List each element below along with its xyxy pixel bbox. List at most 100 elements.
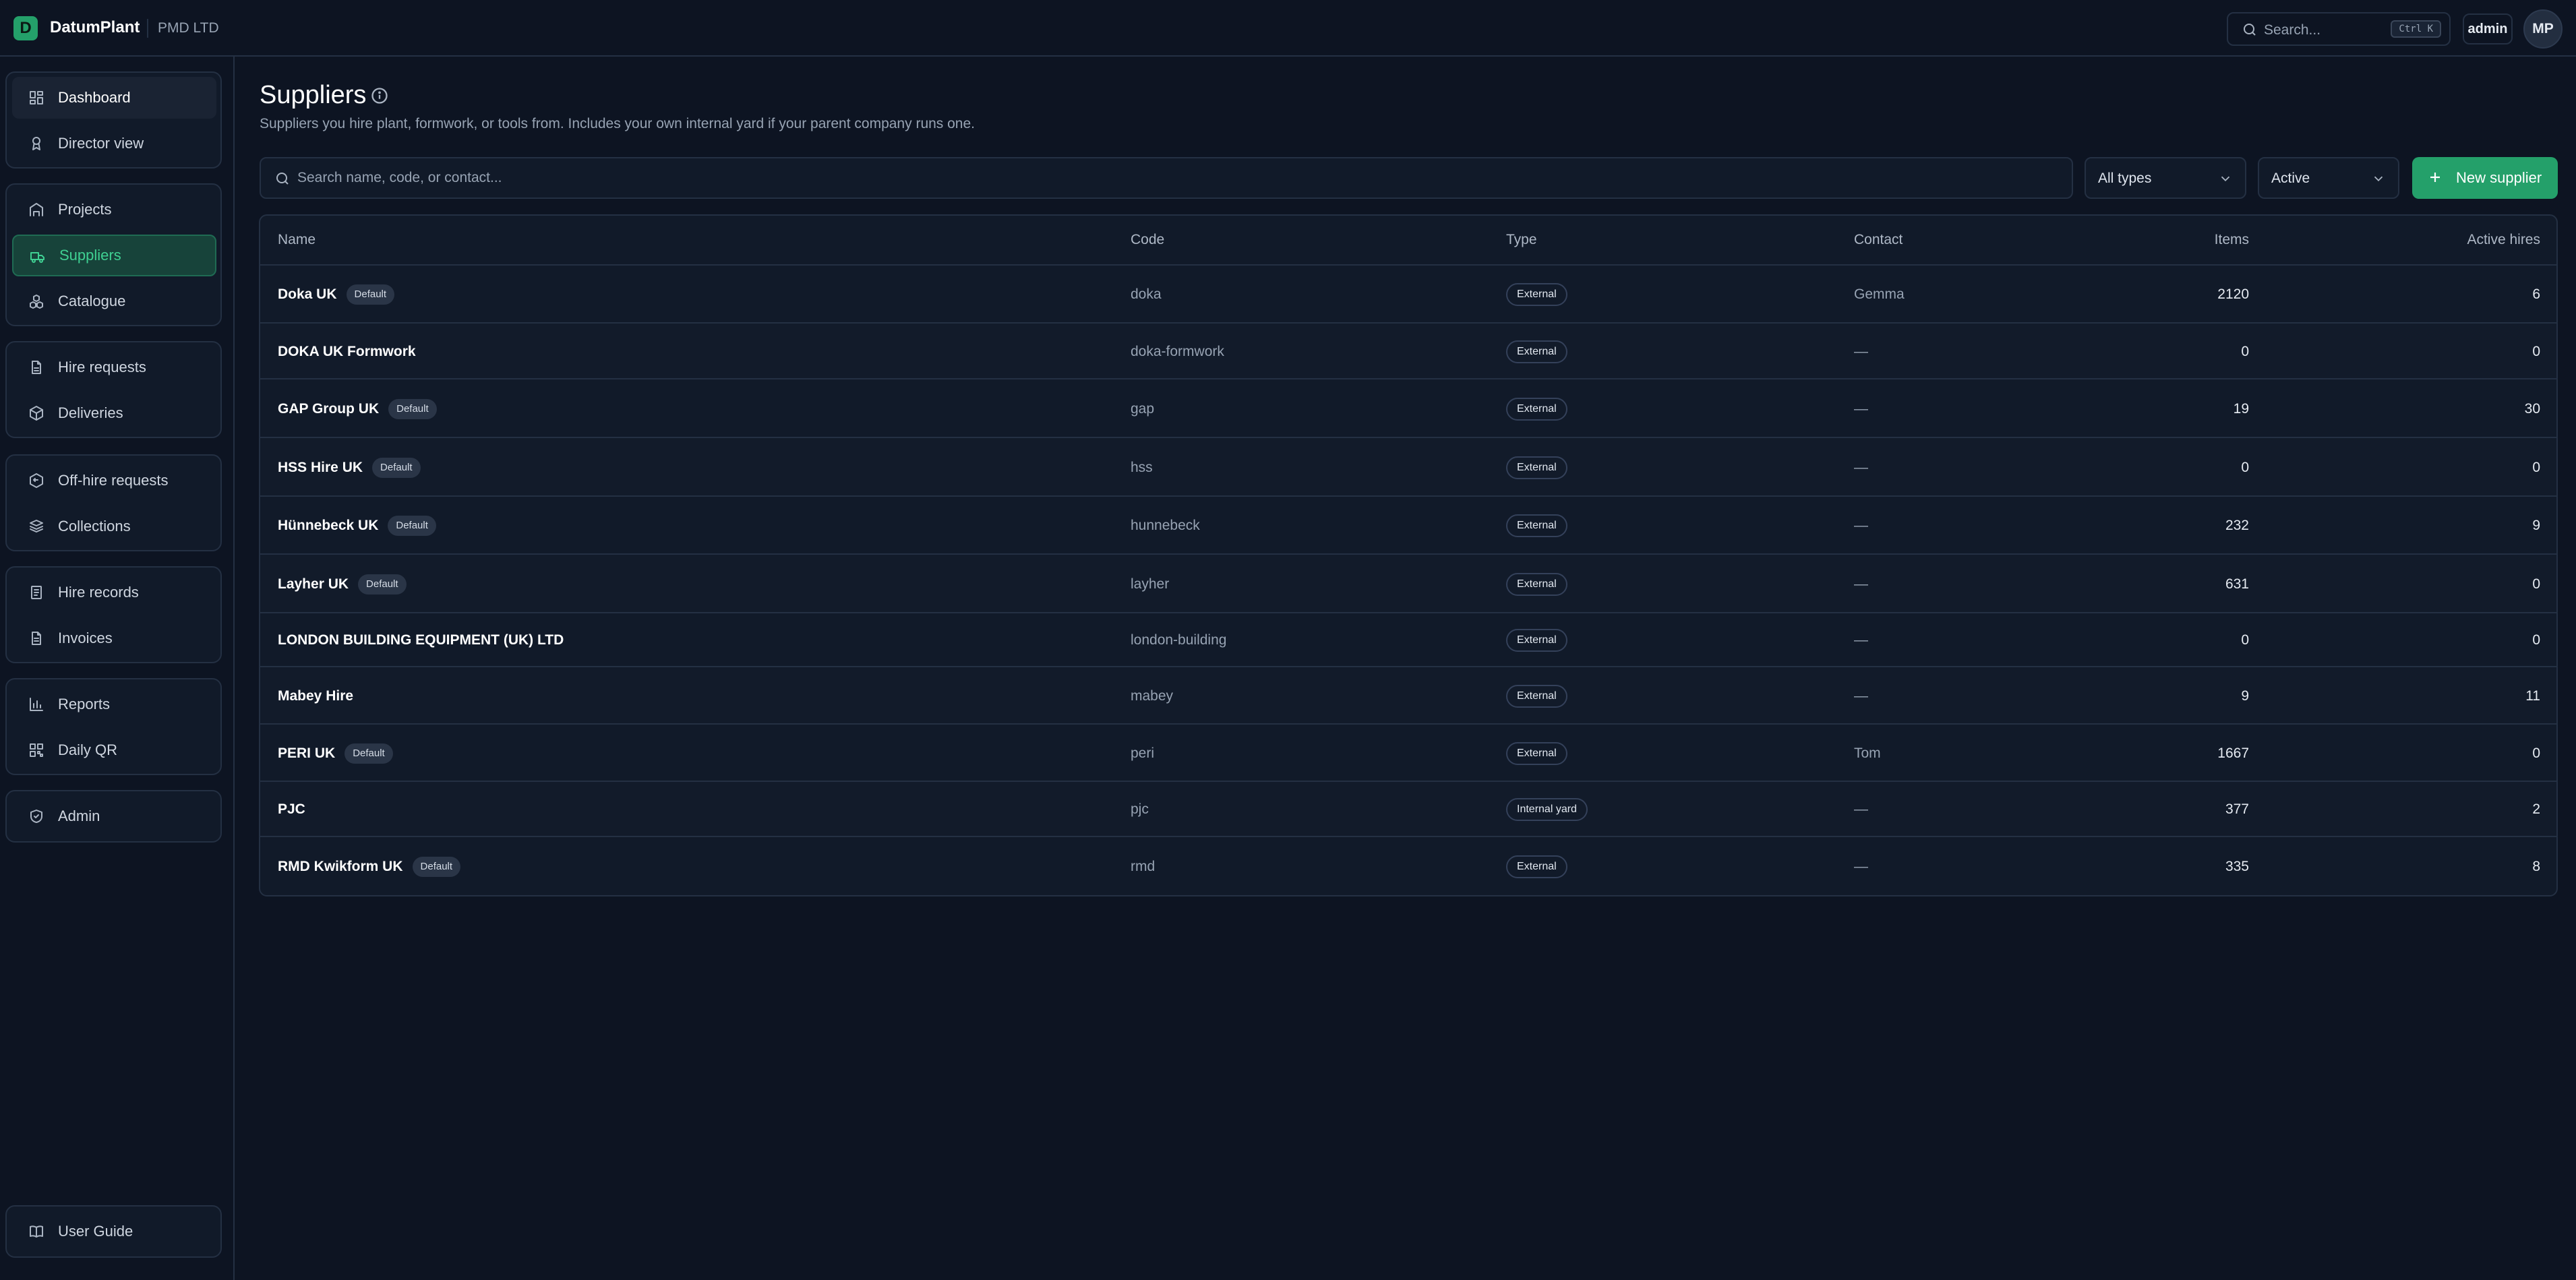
supplier-name-cell[interactable]: DOKA UK Formwork (278, 341, 416, 363)
supplier-items-count: 0 (2241, 344, 2249, 359)
table-row[interactable]: GAP Group UK Default gap External — 19 3… (260, 379, 2556, 438)
supplier-name[interactable]: GAP Group UK (278, 401, 379, 417)
supplier-code: doka (1131, 286, 1162, 302)
package-stack-icon (28, 518, 44, 535)
supplier-name[interactable]: LONDON BUILDING EQUIPMENT (UK) LTD (278, 632, 564, 648)
role-badge[interactable]: admin (2463, 13, 2513, 44)
supplier-name-cell[interactable]: GAP Group UK Default (278, 398, 437, 420)
supplier-contact: Tom (1854, 745, 1881, 761)
page-title: Suppliers (260, 81, 367, 109)
supplier-items-count: 9 (2241, 688, 2249, 704)
table-row[interactable]: PJC pjc Internal yard — 377 2 (260, 782, 2556, 837)
info-icon[interactable] (370, 86, 389, 105)
sidebar-item-dashboard[interactable]: Dashboard (12, 77, 216, 119)
supplier-search[interactable] (260, 157, 2073, 199)
supplier-type-cell: External (1506, 340, 1567, 363)
supplier-name-cell[interactable]: Mabey Hire (278, 685, 353, 707)
supplier-type-cell: External (1506, 398, 1567, 421)
supplier-code: rmd (1131, 859, 1156, 874)
truck-icon (30, 249, 46, 265)
package-return-icon (28, 473, 44, 489)
supplier-name-cell[interactable]: PERI UK Default (278, 743, 393, 764)
table-row[interactable]: LONDON BUILDING EQUIPMENT (UK) LTD londo… (260, 613, 2556, 667)
table-row[interactable]: DOKA UK Formwork doka-formwork External … (260, 324, 2556, 379)
sidebar-item-label: Hire records (58, 584, 139, 601)
supplier-type-cell: External (1506, 514, 1567, 537)
sidebar-item-daily-qr[interactable]: Daily QR (12, 729, 216, 771)
column-header-code[interactable]: Code (1131, 232, 1164, 248)
sidebar-item-suppliers[interactable]: Suppliers (12, 235, 216, 276)
supplier-name[interactable]: PJC (278, 801, 305, 818)
column-header-type[interactable]: Type (1506, 232, 1537, 248)
supplier-code: hss (1131, 460, 1153, 475)
sidebar-item-reports[interactable]: Reports (12, 683, 216, 725)
suppliers-table: Name Code Type Contact Items Active hire… (259, 214, 2558, 896)
supplier-name-cell[interactable]: RMD Kwikform UK Default (278, 856, 461, 878)
supplier-name[interactable]: RMD Kwikform UK (278, 859, 403, 875)
supplier-active-hires: 2 (2532, 801, 2540, 817)
organization-name: PMD LTD (158, 20, 219, 36)
supplier-name-cell[interactable]: LONDON BUILDING EQUIPMENT (UK) LTD (278, 630, 564, 651)
global-search[interactable]: Search... Ctrl K (2227, 12, 2451, 46)
supplier-items-count: 631 (2225, 576, 2249, 592)
table-row[interactable]: HSS Hire UK Default hss External — 0 0 (260, 438, 2556, 497)
supplier-name-cell[interactable]: Hünnebeck UK Default (278, 515, 436, 537)
supplier-code: peri (1131, 745, 1155, 761)
type-badge: Internal yard (1506, 798, 1588, 821)
supplier-name-cell[interactable]: Doka UK Default (278, 284, 395, 305)
supplier-name-cell[interactable]: HSS Hire UK Default (278, 457, 421, 479)
supplier-name-cell[interactable]: PJC (278, 799, 305, 820)
column-header-items[interactable]: Items (2215, 232, 2249, 248)
type-filter-value: All types (2098, 171, 2152, 186)
supplier-search-input[interactable] (297, 158, 2050, 197)
avatar[interactable]: MP (2523, 9, 2563, 49)
supplier-name[interactable]: HSS Hire UK (278, 460, 363, 476)
table-header: Name Code Type Contact Items Active hire… (260, 216, 2556, 266)
sidebar-item-invoices[interactable]: Invoices (12, 617, 216, 659)
supplier-code: layher (1131, 576, 1170, 592)
supplier-name[interactable]: DOKA UK Formwork (278, 344, 416, 360)
type-badge: External (1506, 685, 1567, 708)
sidebar-item-director-view[interactable]: Director view (12, 123, 216, 164)
status-filter-select[interactable]: Active (2258, 157, 2399, 199)
type-filter-select[interactable]: All types (2085, 157, 2246, 199)
qr-icon (28, 742, 44, 758)
column-header-active-hires[interactable]: Active hires (2467, 232, 2540, 248)
sidebar-item-hire-records[interactable]: Hire records (12, 572, 216, 613)
sidebar-item-catalogue[interactable]: Catalogue (12, 280, 216, 322)
supplier-type-cell: External (1506, 685, 1567, 708)
table-row[interactable]: Doka UK Default doka External Gemma 2120… (260, 266, 2556, 324)
supplier-items-count: 335 (2225, 859, 2249, 874)
sidebar-item-admin[interactable]: Admin (12, 795, 216, 837)
sidebar-item-collections[interactable]: Collections (12, 506, 216, 547)
brand-logo[interactable]: D (13, 16, 38, 40)
table-row[interactable]: Layher UK Default layher External — 631 … (260, 555, 2556, 613)
supplier-name[interactable]: Layher UK (278, 576, 349, 592)
supplier-name[interactable]: Mabey Hire (278, 688, 353, 704)
supplier-name-cell[interactable]: Layher UK Default (278, 574, 407, 595)
table-row[interactable]: PERI UK Default peri External Tom 1667 0 (260, 725, 2556, 782)
supplier-contact: — (1854, 518, 1868, 533)
supplier-name[interactable]: Doka UK (278, 286, 337, 303)
new-supplier-button[interactable]: New supplier (2412, 157, 2558, 199)
supplier-active-hires: 0 (2532, 576, 2540, 592)
sidebar-item-deliveries[interactable]: Deliveries (12, 392, 216, 434)
sidebar-item-label: Reports (58, 696, 111, 712)
supplier-name[interactable]: PERI UK (278, 745, 335, 762)
sidebar-item-hire-requests[interactable]: Hire requests (12, 346, 216, 388)
supplier-items-count: 232 (2225, 518, 2249, 533)
column-header-contact[interactable]: Contact (1854, 232, 1903, 248)
table-row[interactable]: Mabey Hire mabey External — 9 11 (260, 667, 2556, 725)
supplier-contact: — (1854, 859, 1868, 874)
sidebar-item-off-hire-requests[interactable]: Off-hire requests (12, 460, 216, 501)
supplier-name[interactable]: Hünnebeck UK (278, 518, 378, 534)
table-row[interactable]: RMD Kwikform UK Default rmd External — 3… (260, 837, 2556, 895)
sidebar-item-user-guide[interactable]: User Guide (12, 1211, 216, 1252)
supplier-code: pjc (1131, 801, 1149, 817)
sidebar-item-projects[interactable]: Projects (12, 189, 216, 231)
supplier-code: doka-formwork (1131, 344, 1224, 359)
supplier-type-cell: External (1506, 573, 1567, 596)
supplier-contact: — (1854, 344, 1868, 359)
table-row[interactable]: Hünnebeck UK Default hunnebeck External … (260, 497, 2556, 555)
column-header-name[interactable]: Name (278, 232, 316, 248)
